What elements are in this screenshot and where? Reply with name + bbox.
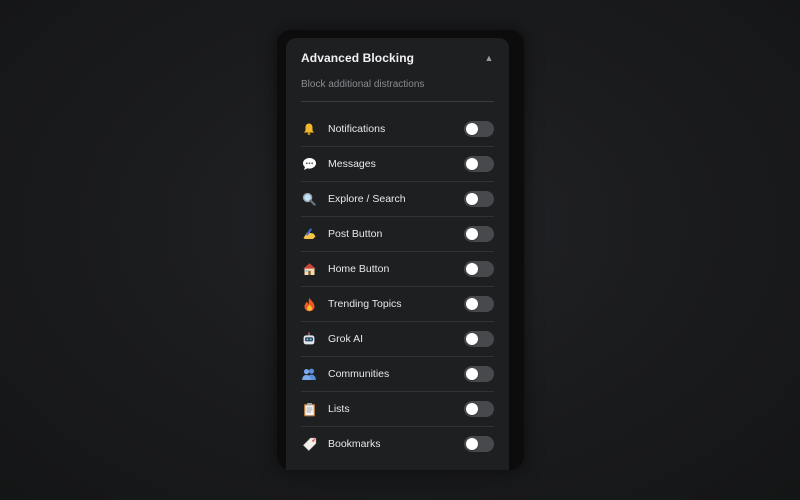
item-label: Post Button <box>328 228 383 240</box>
panel-subtitle: Block additional distractions <box>301 78 494 102</box>
toggle-knob <box>466 193 478 205</box>
toggle-knob <box>466 438 478 450</box>
explore-search-toggle[interactable] <box>464 191 494 207</box>
post-button-toggle[interactable] <box>464 226 494 242</box>
toggle-knob <box>466 228 478 240</box>
clipboard-icon <box>301 401 317 417</box>
bell-icon <box>301 121 317 137</box>
panel-header[interactable]: Advanced Blocking ▲ <box>286 38 509 78</box>
lists-toggle[interactable] <box>464 401 494 417</box>
list-item-post-button: Post Button <box>301 217 494 252</box>
writing-hand-icon <box>301 226 317 242</box>
list-item-messages: Messages <box>301 147 494 182</box>
item-label: Lists <box>328 403 350 415</box>
speech-bubble-icon <box>301 156 317 172</box>
list-item-lists: Lists <box>301 392 494 427</box>
item-label: Trending Topics <box>328 298 402 310</box>
item-label: Notifications <box>328 123 386 135</box>
toggle-knob <box>466 333 478 345</box>
toggle-knob <box>466 263 478 275</box>
item-label: Messages <box>328 158 376 170</box>
list-item-home-button: Home Button <box>301 252 494 287</box>
trending-topics-toggle[interactable] <box>464 296 494 312</box>
toggle-knob <box>466 403 478 415</box>
people-icon <box>301 366 317 382</box>
advanced-blocking-panel: Advanced Blocking ▲ Block additional dis… <box>286 38 509 470</box>
collapse-chevron-icon[interactable]: ▲ <box>481 50 497 66</box>
toggle-knob <box>466 123 478 135</box>
bookmarks-toggle[interactable] <box>464 436 494 452</box>
panel-title: Advanced Blocking <box>301 51 415 65</box>
item-label: Explore / Search <box>328 193 406 205</box>
toggle-knob <box>466 368 478 380</box>
messages-toggle[interactable] <box>464 156 494 172</box>
blocking-options-list: Notifications Messages Explore / Search … <box>301 112 494 461</box>
list-item-notifications: Notifications <box>301 112 494 147</box>
bookmark-tag-icon <box>301 436 317 452</box>
list-item-trending-topics: Trending Topics <box>301 287 494 322</box>
toggle-knob <box>466 158 478 170</box>
list-item-explore-search: Explore / Search <box>301 182 494 217</box>
home-button-toggle[interactable] <box>464 261 494 277</box>
house-icon <box>301 261 317 277</box>
grok-ai-toggle[interactable] <box>464 331 494 347</box>
communities-toggle[interactable] <box>464 366 494 382</box>
list-item-grok-ai: Grok AI <box>301 322 494 357</box>
magnifier-icon <box>301 191 317 207</box>
item-label: Grok AI <box>328 333 364 345</box>
item-label: Bookmarks <box>328 438 381 450</box>
notifications-toggle[interactable] <box>464 121 494 137</box>
robot-icon <box>301 331 317 347</box>
toggle-knob <box>466 298 478 310</box>
fire-icon <box>301 296 317 312</box>
item-label: Communities <box>328 368 390 380</box>
list-item-communities: Communities <box>301 357 494 392</box>
list-item-bookmarks: Bookmarks <box>301 427 494 461</box>
item-label: Home Button <box>328 263 390 275</box>
